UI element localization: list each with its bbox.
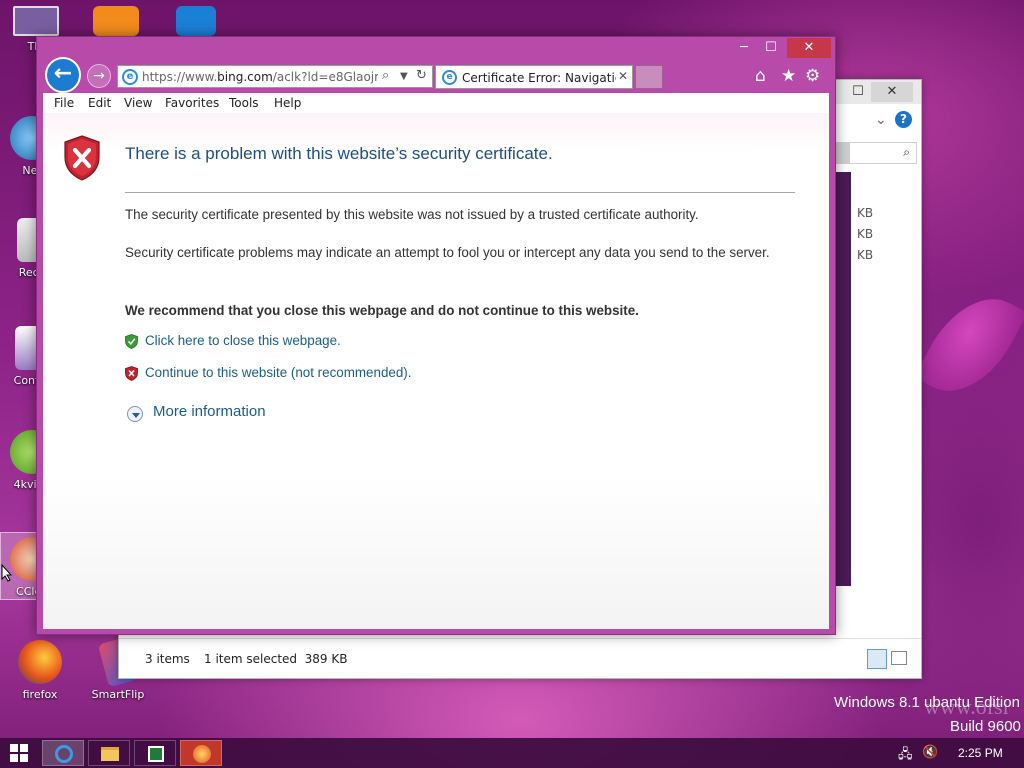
expand-circle-icon: [127, 406, 143, 422]
taskbar-file-explorer[interactable]: [88, 740, 130, 766]
ie-maximize-button[interactable]: ☐: [759, 38, 783, 58]
fool-warning-text: Security certificate problems may indica…: [125, 245, 770, 260]
menu-file[interactable]: File: [54, 96, 74, 110]
search-icon[interactable]: ⌕: [903, 145, 910, 160]
recommendation-text: We recommend that you close this webpage…: [125, 303, 639, 318]
speaker-muted-icon[interactable]: 🔇: [922, 745, 938, 760]
help-icon[interactable]: ?: [895, 111, 912, 128]
selection-info: 1 item selected 389 KB: [204, 652, 348, 666]
search-scroll-thumb: [836, 143, 850, 163]
ie-minimize-button[interactable]: ─: [733, 38, 755, 58]
forward-button[interactable]: →: [87, 64, 111, 88]
file-size: KB: [857, 248, 874, 262]
untrusted-authority-text: The security certificate presented by th…: [125, 207, 699, 222]
large-icons-view-icon[interactable]: [891, 651, 907, 665]
edition-text: Windows 8.1 ubantu Edition: [834, 694, 1020, 711]
file-size: KB: [857, 206, 874, 220]
menu-favorites[interactable]: Favorites: [165, 96, 219, 110]
certificate-error-page: There is a problem with this website’s s…: [43, 113, 829, 629]
explorer-search-box[interactable]: ⌕: [835, 142, 917, 164]
address-bar[interactable]: e https://www.bing.com/aclk?ld=e8Glaojrl…: [117, 65, 433, 88]
clock[interactable]: 2:25 PM: [958, 746, 1003, 760]
wallpaper-petal: [914, 280, 1024, 410]
file-size: KB: [857, 227, 874, 241]
menu-tools[interactable]: Tools: [229, 96, 259, 110]
explorer-preview-pane: [835, 172, 851, 586]
favorites-star-icon[interactable]: ★: [781, 66, 796, 86]
teamviewer-icon: [176, 6, 216, 36]
home-icon[interactable]: ⌂: [755, 66, 766, 86]
dropdown-arrow-icon[interactable]: ▼: [400, 71, 408, 82]
details-view-icon[interactable]: [867, 649, 887, 669]
ie-close-button[interactable]: ✕: [787, 38, 831, 58]
menu-bar: File Edit View Favorites Tools Help: [43, 93, 829, 113]
new-tab-button[interactable]: [635, 65, 663, 89]
page-title: There is a problem with this website’s s…: [125, 144, 553, 163]
desktop-icon-firefox[interactable]: firefox: [8, 640, 72, 701]
continue-website-link[interactable]: Continue to this website (not recommende…: [145, 365, 411, 380]
explorer-address-bar[interactable]: ⌄ ?: [835, 110, 919, 132]
firefox-taskbar-icon: [193, 745, 211, 763]
build-text: Build 9600: [950, 718, 1021, 735]
firefox-icon: [18, 640, 62, 684]
taskbar-excel[interactable]: [134, 740, 176, 766]
gear-icon[interactable]: ⚙: [805, 66, 820, 86]
network-icon[interactable]: 🖧: [898, 745, 913, 767]
explorer-status-bar: 3 items 1 item selected 389 KB: [119, 638, 921, 678]
explorer-close-button[interactable]: ✕: [871, 82, 913, 102]
divider: [125, 192, 795, 193]
green-shield-check-icon: [125, 334, 138, 349]
back-button[interactable]: ←: [45, 57, 81, 93]
ie-tab-icon: e: [442, 70, 457, 85]
ie-page-icon: e: [122, 69, 138, 85]
red-shield-x-small-icon: [125, 366, 138, 381]
red-shield-x-icon: [64, 135, 100, 181]
item-count: 3 items: [145, 652, 190, 666]
desktop-icon-app-orange[interactable]: [84, 6, 148, 40]
tab-close-button[interactable]: ✕: [618, 69, 628, 83]
arrow-left-icon: ←: [53, 61, 73, 86]
app-orange-icon: [93, 6, 139, 36]
folder-icon: [101, 747, 119, 761]
taskbar-internet-explorer[interactable]: [42, 740, 84, 766]
search-icon[interactable]: ⌕: [382, 68, 389, 83]
tab-certificate-error[interactable]: e Certificate Error: Navigation... ✕: [435, 65, 633, 89]
chevron-down-icon[interactable]: ⌄: [875, 112, 887, 128]
monitor-icon: [13, 6, 59, 36]
arrow-right-icon: →: [93, 68, 105, 84]
spreadsheet-icon: [148, 746, 164, 762]
desktop-icon-teamviewer[interactable]: [164, 6, 228, 40]
taskbar: 🖧 🔇 2:25 PM: [0, 738, 1024, 768]
mouse-cursor-icon: [1, 564, 13, 582]
internet-explorer-window[interactable]: ─ ☐ ✕ ← → e https://www.bing.com/aclk?ld…: [36, 36, 836, 635]
internet-explorer-icon: [55, 745, 73, 763]
menu-edit[interactable]: Edit: [88, 96, 111, 110]
menu-help[interactable]: Help: [274, 96, 301, 110]
menu-view[interactable]: View: [124, 96, 152, 110]
windows-logo-icon: [10, 744, 18, 752]
explorer-maximize-button[interactable]: ☐: [849, 82, 867, 102]
start-button[interactable]: [10, 744, 28, 762]
close-webpage-link[interactable]: Click here to close this webpage.: [145, 333, 341, 348]
address-url[interactable]: https://www.bing.com/aclk?ld=e8GlaojrlIR…: [142, 70, 378, 84]
refresh-icon[interactable]: ↻: [416, 68, 427, 83]
taskbar-app-red[interactable]: [180, 740, 222, 766]
